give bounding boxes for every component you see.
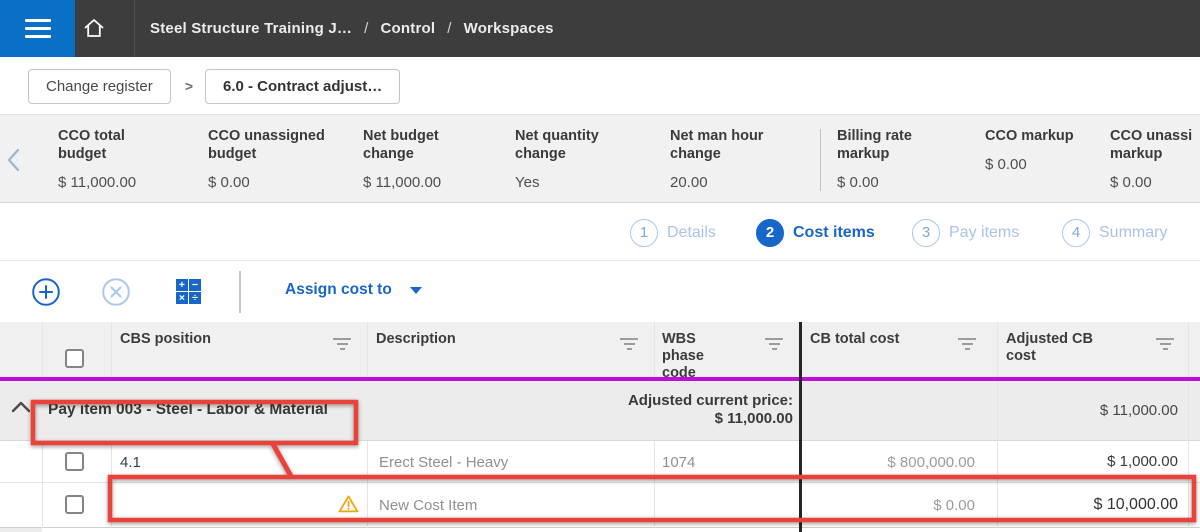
- kpi-cco-unassigned-budget: CCO unassignedbudget $ 0.00: [208, 127, 325, 191]
- filter-icon[interactable]: [958, 338, 976, 353]
- kpi-value: Yes: [515, 174, 599, 191]
- step-details[interactable]: 1 Details: [630, 218, 716, 247]
- wizard-steps: 1 Details 2 Cost items 3 Pay items 4 Sum…: [0, 204, 1200, 261]
- mass-update-calculator-icon[interactable]: +−×÷: [176, 279, 201, 304]
- row-checkbox[interactable]: [65, 495, 84, 514]
- warning-icon: [338, 494, 359, 514]
- kpi-cco-total-budget: CCO totalbudget $ 11,000.00: [58, 127, 136, 191]
- kpi-scroll-left-button[interactable]: [2, 145, 26, 175]
- adjusted-current-price: Adjusted current price: $ 11,000.00: [533, 392, 793, 428]
- kpi-cco-markup: CCO markup $ 0.00: [985, 127, 1074, 173]
- frozen-column-divider: [799, 322, 802, 532]
- breadcrumb: Steel Structure Training J… / Control / …: [150, 0, 554, 57]
- topbar-divider: [134, 0, 135, 57]
- kpi-value: $ 0.00: [837, 174, 912, 191]
- kpi-net-quantity-change: Net quantitychange Yes: [515, 127, 599, 191]
- group-row-title: Pay item 003 - Steel - Labor & Material: [48, 401, 328, 419]
- breadcrumb-separator: /: [447, 20, 451, 37]
- grid-toolbar: +−×÷ Assign cost to: [0, 261, 1200, 322]
- kpi-net-man-hour-change: Net man hourchange 20.00: [670, 127, 763, 191]
- table-row-new-cost-item: New Cost Item $ 0.00 $ 10,000.00: [0, 483, 1200, 528]
- delete-row-button-disabled[interactable]: [101, 277, 131, 307]
- pay-item-group-row[interactable]: Pay item 003 - Steel - Labor & Material …: [0, 381, 1200, 441]
- cell-cb-total-cost[interactable]: $ 0.00: [825, 497, 975, 514]
- kpi-value: 20.00: [670, 174, 763, 191]
- step-pay-items[interactable]: 3 Pay items: [912, 218, 1019, 247]
- top-navigation-bar: Steel Structure Training J… / Control / …: [0, 0, 1200, 57]
- chevron-down-icon: [410, 287, 422, 294]
- kpi-value: $ 11,000.00: [363, 174, 441, 191]
- filter-icon[interactable]: [1156, 338, 1174, 353]
- register-breadcrumb-row: Change register > 6.0 - Contract adjust…: [0, 57, 1200, 114]
- cell-adjusted-cb-cost[interactable]: $ 10,000.00: [1018, 496, 1178, 514]
- step-summary[interactable]: 4 Summary: [1062, 218, 1167, 247]
- collapse-group-icon[interactable]: [11, 400, 31, 414]
- cell-adjusted-cb-cost[interactable]: $ 1,000.00: [1018, 453, 1178, 470]
- cell-description[interactable]: New Cost Item: [379, 497, 477, 514]
- cell-description[interactable]: Erect Steel - Heavy: [379, 454, 508, 471]
- breadcrumb-control[interactable]: Control: [381, 20, 436, 37]
- chip-change-register[interactable]: Change register: [28, 69, 171, 104]
- kpi-billing-rate-markup: Billing ratemarkup $ 0.00: [837, 127, 912, 191]
- chip-contract-adjustment[interactable]: 6.0 - Contract adjust…: [205, 69, 400, 104]
- kpi-summary-strip: CCO totalbudget $ 11,000.00 CCO unassign…: [0, 114, 1200, 203]
- cost-items-grid: CBS position Description WBS phase code …: [0, 322, 1200, 532]
- column-header-cb-total-cost[interactable]: CB total cost: [810, 331, 899, 348]
- column-header-description[interactable]: Description: [376, 331, 456, 348]
- kpi-value: $ 0.00: [1110, 174, 1192, 191]
- breadcrumb-separator: /: [364, 20, 368, 37]
- select-all-checkbox[interactable]: [65, 349, 84, 368]
- breadcrumb-workspaces[interactable]: Workspaces: [464, 20, 554, 37]
- cell-cb-total-cost[interactable]: $ 800,000.00: [825, 454, 975, 471]
- app-window: Steel Structure Training J… / Control / …: [0, 0, 1200, 532]
- grid-header-row: CBS position Description WBS phase code …: [0, 322, 1200, 377]
- hamburger-menu-button[interactable]: [0, 0, 75, 57]
- chevron-right-icon: >: [178, 69, 200, 104]
- hamburger-icon: [25, 19, 51, 22]
- breadcrumb-project[interactable]: Steel Structure Training J…: [150, 20, 352, 37]
- row-checkbox[interactable]: [65, 452, 84, 471]
- add-row-button[interactable]: [31, 277, 61, 307]
- filter-icon[interactable]: [765, 338, 783, 353]
- kpi-value: $ 0.00: [985, 156, 1074, 173]
- column-header-wbs-phase-code[interactable]: WBS phase code: [662, 331, 704, 382]
- column-header-cbs-position[interactable]: CBS position: [120, 331, 211, 348]
- home-icon[interactable]: [82, 16, 106, 40]
- cell-cbs-position[interactable]: 4.1: [120, 454, 141, 471]
- kpi-value: $ 11,000.00: [58, 174, 136, 191]
- kpi-net-budget-change: Net budgetchange $ 11,000.00: [363, 127, 441, 191]
- kpi-divider: [820, 129, 821, 191]
- toolbar-divider: [239, 271, 241, 313]
- filter-icon[interactable]: [620, 338, 638, 353]
- step-cost-items[interactable]: 2 Cost items: [756, 218, 875, 247]
- cell-wbs-phase-code[interactable]: 1074: [662, 454, 695, 471]
- column-header-adjusted-cb-cost[interactable]: Adjusted CB cost: [1006, 331, 1093, 365]
- kpi-cco-unassigned-markup: CCO unassimarkup $ 0.00: [1110, 127, 1192, 191]
- group-adjusted-cb-cost: $ 11,000.00: [1018, 402, 1178, 419]
- filter-icon[interactable]: [333, 338, 351, 353]
- kpi-value: $ 0.00: [208, 174, 325, 191]
- assign-cost-to-dropdown[interactable]: Assign cost to: [285, 281, 422, 299]
- table-row: 4.1 Erect Steel - Heavy 1074 $ 800,000.0…: [0, 441, 1200, 483]
